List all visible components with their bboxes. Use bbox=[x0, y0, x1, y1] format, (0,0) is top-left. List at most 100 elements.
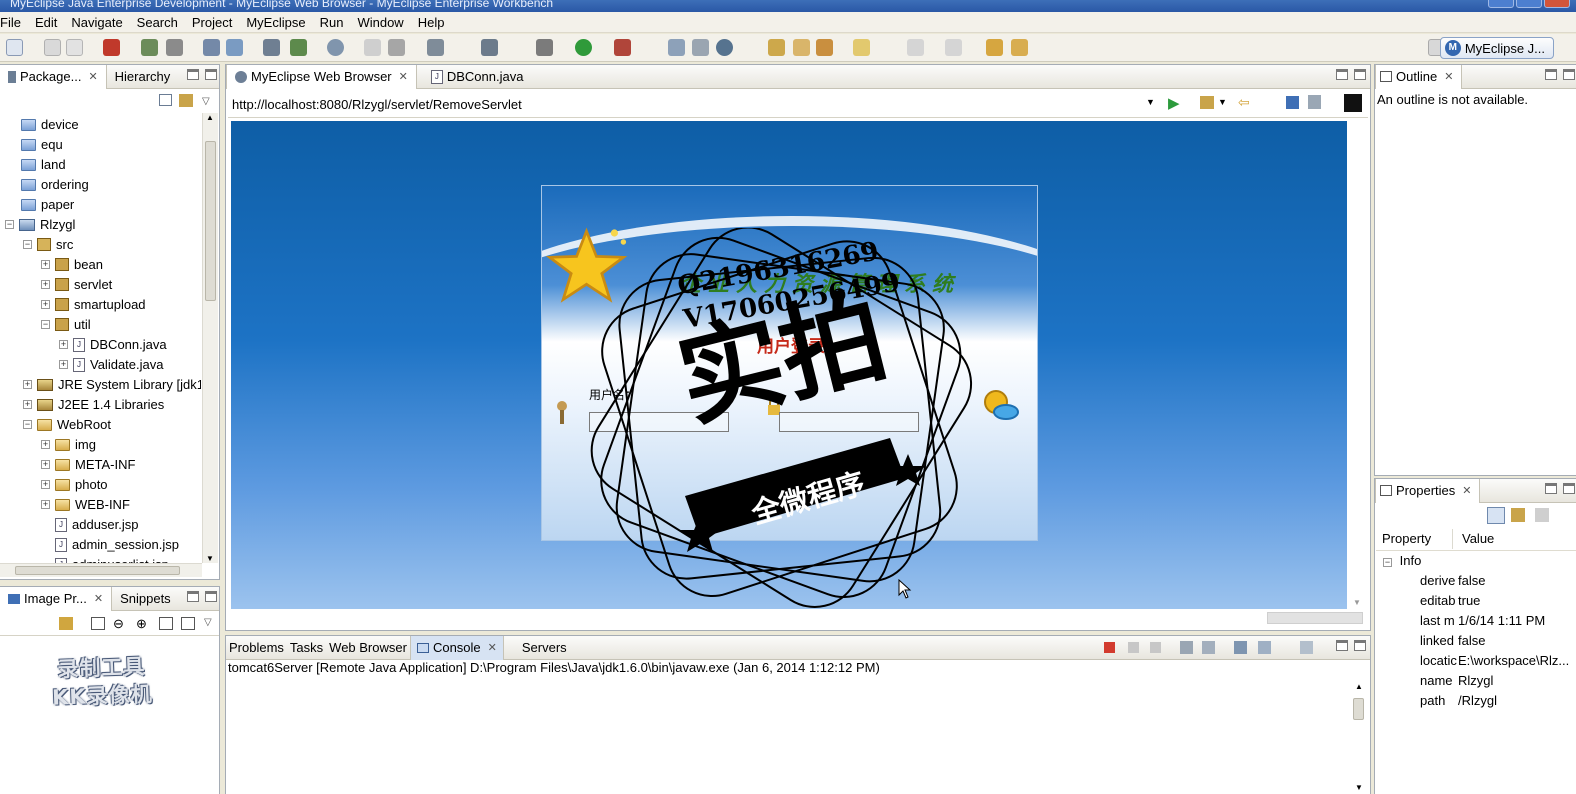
back-icon[interactable] bbox=[986, 39, 1003, 56]
expand-toggle-icon[interactable]: + bbox=[59, 340, 68, 349]
zoom-out-icon[interactable]: ⊖ bbox=[113, 616, 124, 632]
remove-launch-icon[interactable] bbox=[1128, 642, 1139, 653]
go-icon[interactable]: ▶ bbox=[1168, 94, 1180, 112]
expand-toggle-icon[interactable]: + bbox=[23, 380, 32, 389]
tree-item[interactable]: paper bbox=[21, 195, 74, 214]
property-row[interactable]: name Rlzygl bbox=[1420, 673, 1493, 688]
edit-page-icon[interactable] bbox=[1308, 95, 1321, 109]
collapse-toggle-icon[interactable]: − bbox=[41, 320, 50, 329]
pin-console-icon[interactable] bbox=[1234, 641, 1247, 654]
maximize-view-icon[interactable] bbox=[205, 591, 217, 602]
terminate-icon[interactable] bbox=[1104, 642, 1115, 653]
tab-web-browser[interactable]: MyEclipse Web Browser ✕ bbox=[226, 64, 417, 89]
new-wizard-icon[interactable] bbox=[6, 39, 23, 56]
table-icon[interactable] bbox=[692, 39, 709, 56]
preview-scrollbar[interactable] bbox=[203, 639, 219, 794]
edit-icon[interactable] bbox=[793, 39, 810, 56]
collapse-toggle-icon[interactable]: − bbox=[5, 220, 14, 229]
tree-item[interactable]: Jadmin_session.jsp bbox=[55, 535, 179, 554]
tree-scroll-thumb[interactable] bbox=[205, 141, 216, 301]
new-project-icon[interactable] bbox=[263, 39, 280, 56]
scroll-up-icon[interactable]: ▲ bbox=[206, 113, 214, 122]
view-menu-icon[interactable]: ▽ bbox=[202, 96, 210, 107]
property-group-info[interactable]: − Info bbox=[1383, 553, 1421, 568]
scroll-down-icon[interactable]: ▼ bbox=[1355, 783, 1363, 792]
remove-all-icon[interactable] bbox=[1150, 642, 1161, 653]
tree-item[interactable]: + META-INF bbox=[41, 455, 135, 474]
tree-item[interactable]: − util bbox=[41, 315, 91, 334]
show-advanced-icon[interactable] bbox=[1511, 508, 1525, 522]
back-nav-icon[interactable]: ⇦ bbox=[1238, 94, 1250, 111]
show-categories-icon[interactable] bbox=[1487, 507, 1505, 524]
minimize-window-button[interactable] bbox=[1488, 0, 1514, 8]
tab-web-browser-bottom[interactable]: Web Browser bbox=[326, 636, 410, 660]
tree-item[interactable]: + J2EE 1.4 Libraries bbox=[23, 395, 164, 414]
close-icon[interactable]: ✕ bbox=[94, 592, 103, 605]
scroll-down-icon[interactable]: ▼ bbox=[206, 554, 214, 563]
tab-hierarchy[interactable]: Hierarchy bbox=[107, 65, 179, 89]
maximize-view-icon[interactable] bbox=[1354, 640, 1366, 651]
property-row[interactable]: linked false bbox=[1420, 633, 1485, 648]
new-jsp-icon[interactable] bbox=[427, 39, 444, 56]
new-servlet-icon[interactable] bbox=[481, 39, 498, 56]
settings-dropdown-icon[interactable]: ▼ bbox=[1218, 97, 1227, 107]
minimize-view-icon[interactable] bbox=[187, 591, 199, 602]
property-row[interactable]: last m 1/6/14 1:11 PM bbox=[1420, 613, 1545, 628]
refresh-icon[interactable] bbox=[716, 39, 733, 56]
console-scrollbar[interactable]: ▲ ▼ bbox=[1351, 682, 1367, 792]
new-class-icon[interactable] bbox=[364, 39, 381, 56]
expand-toggle-icon[interactable]: + bbox=[41, 480, 50, 489]
minimize-view-icon[interactable] bbox=[1545, 483, 1557, 494]
expand-toggle-icon[interactable]: + bbox=[41, 440, 50, 449]
open-perspective-icon[interactable] bbox=[668, 39, 685, 56]
tree-item[interactable]: device bbox=[21, 115, 79, 134]
tree-item[interactable]: + J DBConn.java bbox=[59, 335, 167, 354]
display-console-icon[interactable] bbox=[1258, 641, 1271, 654]
property-row[interactable]: derive false bbox=[1420, 573, 1485, 588]
tab-problems[interactable]: Problems bbox=[226, 636, 287, 660]
tree-item[interactable]: − src bbox=[23, 235, 73, 254]
expand-toggle-icon[interactable]: + bbox=[41, 460, 50, 469]
menu-navigate[interactable]: Navigate bbox=[64, 15, 129, 30]
tree-item[interactable]: + WEB-INF bbox=[41, 495, 130, 514]
perspective-switcher[interactable]: M MyEclipse J... bbox=[1439, 37, 1554, 59]
tree-hscroll-thumb[interactable] bbox=[15, 566, 180, 575]
open-console-icon[interactable] bbox=[1300, 641, 1313, 654]
new-interface-icon[interactable] bbox=[388, 39, 405, 56]
tree-item[interactable]: + photo bbox=[41, 475, 108, 494]
tree-item[interactable]: + img bbox=[41, 435, 96, 454]
tab-servers[interactable]: Servers bbox=[514, 636, 575, 660]
close-icon[interactable]: ✕ bbox=[1444, 70, 1453, 83]
browser-icon[interactable] bbox=[226, 39, 243, 56]
menu-myeclipse[interactable]: MyEclipse bbox=[239, 15, 312, 30]
property-row[interactable]: editab true bbox=[1420, 593, 1480, 608]
maximize-view-icon[interactable] bbox=[1563, 483, 1575, 494]
next-annotation-icon[interactable] bbox=[853, 39, 870, 56]
globe-toolbar-icon[interactable] bbox=[327, 39, 344, 56]
stop-icon[interactable] bbox=[1286, 96, 1299, 109]
close-icon[interactable]: ✕ bbox=[88, 70, 97, 83]
tree-item[interactable]: + bean bbox=[41, 255, 103, 274]
open-type-icon[interactable] bbox=[103, 39, 120, 56]
expand-toggle-icon[interactable]: + bbox=[41, 260, 50, 269]
maximize-view-icon[interactable] bbox=[205, 69, 217, 80]
menu-window[interactable]: Window bbox=[350, 15, 410, 30]
close-icon[interactable]: ✕ bbox=[488, 641, 497, 654]
tree-item[interactable]: − Rlzygl bbox=[5, 215, 75, 234]
tab-tasks[interactable]: Tasks bbox=[287, 636, 326, 660]
password-input[interactable] bbox=[779, 412, 919, 432]
tab-snippets[interactable]: Snippets bbox=[112, 587, 179, 611]
menu-run[interactable]: Run bbox=[313, 15, 351, 30]
fullscreen-icon[interactable] bbox=[181, 617, 195, 630]
forward-icon[interactable] bbox=[1011, 39, 1028, 56]
tab-console[interactable]: Console ✕ bbox=[409, 635, 504, 660]
scroll-lock-icon[interactable] bbox=[1202, 641, 1215, 654]
tree-item[interactable]: Jadduser.jsp bbox=[55, 515, 139, 534]
restore-default-icon[interactable] bbox=[1535, 508, 1549, 522]
minimize-view-icon[interactable] bbox=[1545, 69, 1557, 80]
page-hscroll-thumb[interactable] bbox=[1267, 612, 1363, 624]
actual-size-icon[interactable] bbox=[159, 617, 173, 630]
menu-search[interactable]: Search bbox=[130, 15, 185, 30]
username-input[interactable] bbox=[589, 412, 729, 432]
close-window-button[interactable] bbox=[1544, 0, 1570, 8]
